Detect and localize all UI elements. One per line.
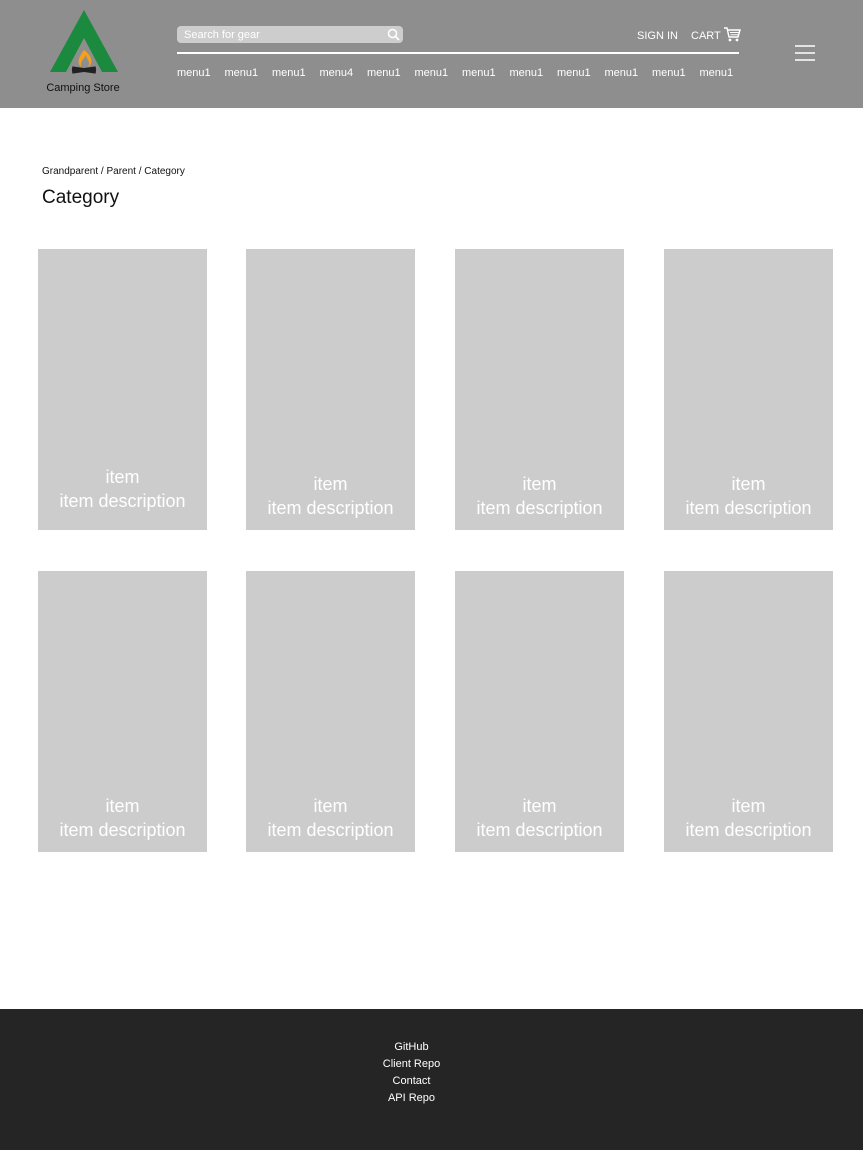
footer-link-contact[interactable]: Contact xyxy=(0,1073,823,1090)
item-description: item description xyxy=(267,820,394,840)
item-description: item description xyxy=(476,498,603,518)
item-description: item description xyxy=(59,491,186,511)
footer-link-api-repo[interactable]: API Repo xyxy=(0,1090,823,1107)
item-name: item xyxy=(105,467,140,487)
site-header: Camping Store SIGN IN CART xyxy=(0,0,863,108)
nav-menu-item[interactable]: menu1 xyxy=(605,67,653,83)
nav-menu-item[interactable]: menu1 xyxy=(462,67,510,83)
item-description: item description xyxy=(59,820,186,840)
nav-menu-item[interactable]: menu1 xyxy=(510,67,558,83)
search-input[interactable] xyxy=(177,26,383,43)
site-footer: GitHub Client Repo Contact API Repo xyxy=(0,1009,863,1150)
product-card[interactable]: item item description xyxy=(455,571,624,852)
item-name: item xyxy=(522,474,557,494)
item-description: item description xyxy=(476,820,603,840)
nav-menu-item[interactable]: menu1 xyxy=(700,67,748,83)
item-name: item xyxy=(105,796,140,816)
product-card[interactable]: item item description xyxy=(246,249,415,530)
nav-menu-item[interactable]: menu1 xyxy=(652,67,700,83)
nav-menu-item[interactable]: menu1 xyxy=(557,67,605,83)
search-icon[interactable] xyxy=(383,26,403,43)
sign-in-link[interactable]: SIGN IN xyxy=(637,30,678,42)
nav-menu-item[interactable]: menu1 xyxy=(177,67,225,83)
item-name: item xyxy=(522,796,557,816)
main-nav: menu1 menu1 menu1 menu4 menu1 menu1 menu… xyxy=(177,67,747,83)
cart-button[interactable]: CART xyxy=(691,26,741,42)
cart-icon xyxy=(723,26,741,42)
nav-menu-item[interactable]: menu1 xyxy=(225,67,273,83)
item-name: item xyxy=(313,474,348,494)
nav-menu-item[interactable]: menu1 xyxy=(367,67,415,83)
item-name: item xyxy=(313,796,348,816)
cart-label: CART xyxy=(691,30,721,42)
campfire-tent-icon xyxy=(50,10,118,74)
item-description: item description xyxy=(267,498,394,518)
breadcrumb[interactable]: Grandparent / Parent / Category xyxy=(42,166,185,177)
item-name: item xyxy=(731,474,766,494)
item-description: item description xyxy=(685,820,812,840)
hamburger-menu-icon[interactable] xyxy=(794,44,816,67)
product-card[interactable]: item item description xyxy=(38,571,207,852)
item-description: item description xyxy=(685,498,812,518)
search-bar xyxy=(177,26,403,43)
nav-menu-item[interactable]: menu1 xyxy=(272,67,320,83)
footer-link-client-repo[interactable]: Client Repo xyxy=(0,1056,823,1073)
nav-menu-item[interactable]: menu1 xyxy=(415,67,463,83)
header-divider xyxy=(177,52,739,54)
page-title: Category xyxy=(42,187,120,208)
product-card[interactable]: item item description xyxy=(455,249,624,530)
nav-menu-item[interactable]: menu4 xyxy=(320,67,368,83)
footer-link-github[interactable]: GitHub xyxy=(0,1039,823,1056)
footer-links: GitHub Client Repo Contact API Repo xyxy=(0,1039,823,1107)
product-card[interactable]: item item description xyxy=(664,249,833,530)
logo[interactable]: Camping Store xyxy=(40,8,128,98)
product-card[interactable]: item item description xyxy=(246,571,415,852)
logo-text: Camping Store xyxy=(46,82,120,94)
product-card[interactable]: item item description xyxy=(38,249,207,530)
item-name: item xyxy=(731,796,766,816)
product-card[interactable]: item item description xyxy=(664,571,833,852)
